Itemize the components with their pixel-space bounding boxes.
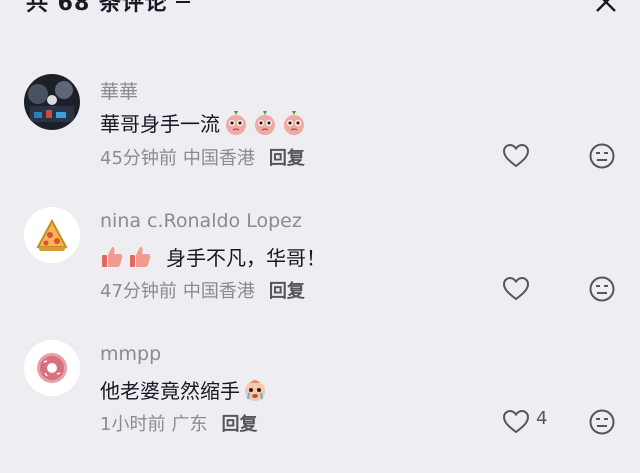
- comment-username[interactable]: nina c.Ronaldo Lopez: [100, 210, 302, 232]
- peach-cry-emoji: [255, 110, 275, 135]
- close-icon[interactable]: [594, 0, 618, 14]
- comment-text: 身手不凡，华哥！: [100, 242, 326, 271]
- comment-panel: 共 68 条评论 華華 華哥身手一流 45分钟前 中国香港 回复 nina c.…: [0, 0, 640, 473]
- thumbs-up-emoji: [130, 246, 151, 267]
- pizza-avatar[interactable]: [24, 207, 80, 263]
- comment-text-body: 華哥身手一流: [100, 112, 220, 136]
- comment-meta: 47分钟前 中国香港 回复: [100, 277, 311, 303]
- comment-username[interactable]: mmpp: [100, 343, 161, 365]
- comment-text: 他老婆竟然缩手: [100, 375, 268, 404]
- concert-photo-avatar[interactable]: [24, 74, 80, 130]
- comment-text: 華哥身手一流: [100, 108, 307, 137]
- dislike-face-icon[interactable]: [588, 275, 616, 303]
- dislike-face-icon[interactable]: [588, 408, 616, 436]
- peach-cry-emoji: [284, 110, 304, 135]
- reply-button[interactable]: 回复: [269, 277, 305, 303]
- like-count: 4: [536, 408, 548, 429]
- comment-time: 47分钟前: [100, 281, 177, 302]
- thumbs-up-emoji: [102, 246, 123, 267]
- reply-button[interactable]: 回复: [221, 410, 257, 436]
- comment-location: 中国香港: [182, 281, 255, 302]
- dislike-face-icon[interactable]: [588, 142, 616, 170]
- sort-lines-icon[interactable]: [174, 0, 192, 14]
- comment-header: 共 68 条评论: [26, 0, 192, 16]
- comment-username[interactable]: 華華: [100, 77, 138, 104]
- comment-location: 中国香港: [182, 148, 255, 169]
- comment-meta: 1小时前 广东 回复: [100, 410, 263, 436]
- heart-icon[interactable]: [502, 409, 530, 435]
- donut-avatar[interactable]: [24, 340, 80, 396]
- comment-count-title: 共 68 条评论: [26, 0, 168, 16]
- comment-meta: 45分钟前 中国香港 回复: [100, 144, 311, 170]
- reply-button[interactable]: 回复: [269, 144, 305, 170]
- comment-text-body: 他老婆竟然缩手: [100, 379, 240, 403]
- crying-baby-emoji: [245, 379, 265, 401]
- comment-time: 45分钟前: [100, 148, 177, 169]
- heart-icon[interactable]: [502, 143, 530, 169]
- comment-time: 1小时前: [100, 414, 166, 435]
- peach-cry-emoji: [226, 110, 246, 135]
- comment-text-body: 身手不凡，华哥！: [166, 246, 326, 270]
- heart-icon[interactable]: [502, 276, 530, 302]
- comment-location: 广东: [171, 414, 208, 435]
